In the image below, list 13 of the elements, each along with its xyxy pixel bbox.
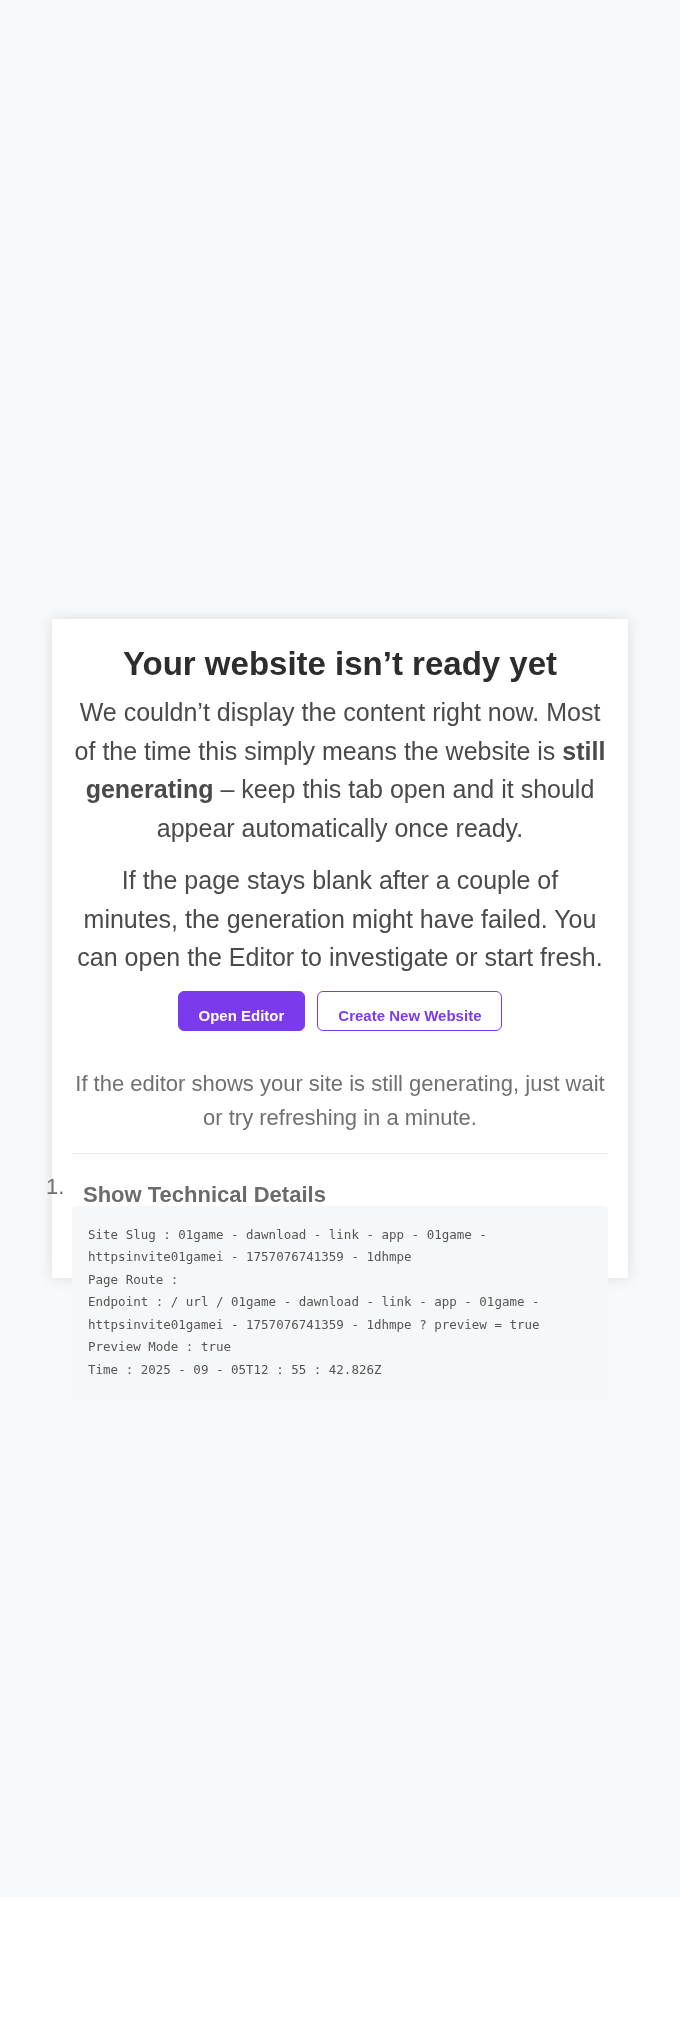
details-line: Preview Mode : true xyxy=(88,1338,232,1356)
message-paragraph: We couldn’t display the content right now. Most of the time this simply means the website is still generating – keep this tab open and it should appear automatically once ready. xyxy=(73,697,607,844)
details-line: Site Slug : 01game - dawnload - link - app - 01game - httpsinvite01gamei - 1757076741359 - 1dhmpe xyxy=(88,1225,488,1266)
message-paragraph: If the page stays blank after a couple of minutes, the generation might have failed. You can open the Editor to investigate or start fresh. xyxy=(76,865,604,973)
open-editor-button[interactable]: Open Editor xyxy=(177,990,306,1031)
details-line: Page Route : xyxy=(88,1270,180,1289)
details-line: Time : 2025 - 09 - 05T12 : 55 : 42.826Z xyxy=(88,1360,383,1379)
create-website-button[interactable]: Create New Website xyxy=(317,990,503,1031)
details-toggle[interactable]: Show Technical Details xyxy=(83,1181,326,1208)
list-number: 1. xyxy=(46,1173,66,1200)
details-line: Endpoint : / url / 01game - dawnload - link - app - 01game - httpsinvite01gamei - 1757076741359 - 1dhmpe ? preview = true xyxy=(88,1293,541,1334)
hint-text: If the editor shows your site is still generating, just wait or try refreshing in a minute. xyxy=(74,1069,606,1132)
page-title: Your website isn’t ready yet xyxy=(123,645,557,683)
